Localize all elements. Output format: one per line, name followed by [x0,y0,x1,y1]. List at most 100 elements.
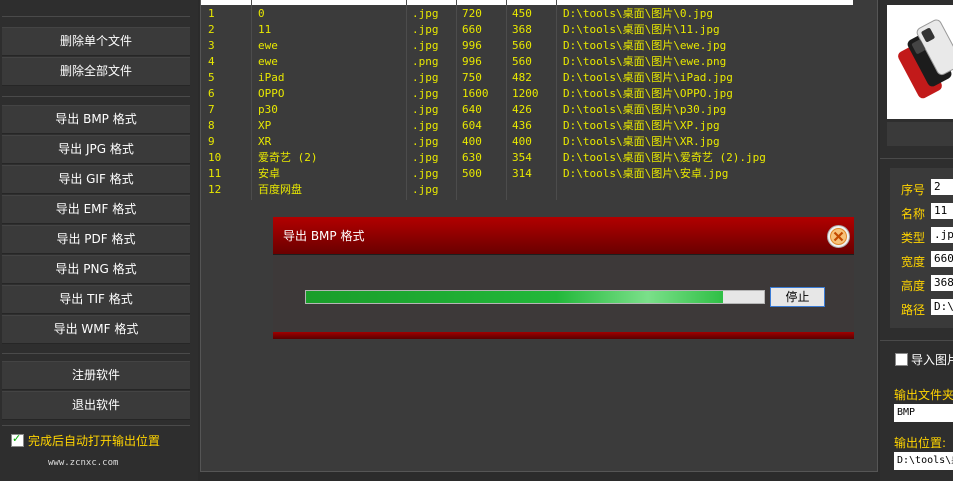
table-row[interactable]: 2 11 .jpg 660 368 D:\tools\桌面\图片\11.jpg [201,22,853,38]
table-cell-h: 560 [512,39,532,52]
output-location-label: 输出位置: [894,436,947,450]
table-row[interactable]: 10 爱奇艺 (2) .jpg 630 354 D:\tools\桌面\图片\爱奇艺 (2… [201,150,853,166]
table-cell-h: 436 [512,119,532,132]
field-name-input[interactable]: 11 [931,203,953,219]
table-cell-ext: .jpg [412,151,439,164]
table-cell-name: ewe [258,39,278,52]
field-type-input[interactable]: .jpg [931,227,953,243]
table-cell-w: 1600 [462,87,489,100]
export-progress-dialog: 导出 BMP 格式 停止 [273,217,854,339]
export-emf-button[interactable]: 导出 EMF 格式 [2,195,190,224]
table-cell-path: D:\tools\桌面\图片\安卓.jpg [563,167,729,180]
table-row[interactable]: 11 安卓 .jpg 500 314 D:\tools\桌面\图片\安卓.jpg [201,166,853,182]
table-cell-no: 5 [208,71,215,84]
table-cell-path: D:\tools\桌面\图片\ewe.png [563,55,727,68]
table-row[interactable]: 4 ewe .png 996 560 D:\tools\桌面\图片\ewe.png [201,54,853,70]
table-row[interactable]: 7 p30 .jpg 640 426 D:\tools\桌面\图片\p30.jpg [201,102,853,118]
table-cell-path: D:\tools\桌面\图片\iPad.jpg [563,71,733,84]
table-cell-ext: .jpg [412,23,439,36]
table-row[interactable]: 1 0 .jpg 720 450 D:\tools\桌面\图片\0.jpg [201,6,853,22]
website-link[interactable]: www.zcnxc.com [48,458,118,468]
field-width-input[interactable]: 660 [931,251,953,267]
field-index-input[interactable]: 2 [931,179,953,195]
delete-single-file-button[interactable]: 删除单个文件 [2,27,190,56]
export-png-button[interactable]: 导出 PNG 格式 [2,255,190,284]
table-cell-name: 安卓 [258,167,280,180]
import-image-checkbox[interactable] [895,353,908,366]
preview-toolbar [887,122,953,146]
auto-open-label: 完成后自动打开输出位置 [28,434,161,448]
table-cell-h: 450 [512,7,532,20]
table-row[interactable]: 3 ewe .jpg 996 560 D:\tools\桌面\图片\ewe.jpg [201,38,853,54]
output-folder-input[interactable]: BMP [894,404,953,422]
table-row[interactable]: 12 百度网盘 .jpg [201,182,853,198]
divider [2,96,190,97]
table-cell-h: 482 [512,71,532,84]
table-cell-path: D:\tools\桌面\图片\ewe.jpg [563,39,727,52]
output-location-input[interactable]: D:\tools\桌面 [894,452,953,470]
table-row[interactable]: 5 iPad .jpg 750 482 D:\tools\桌面\图片\iPad.jpg [201,70,853,86]
register-software-button[interactable]: 注册软件 [2,361,190,390]
table-cell-name: p30 [258,103,278,116]
export-tif-button[interactable]: 导出 TIF 格式 [2,285,190,314]
table-cell-path: D:\tools\桌面\图片\p30.jpg [563,103,727,116]
table-cell-w: 630 [462,151,482,164]
table-cell-name: iPad [258,71,285,84]
table-cell-ext: .jpg [412,87,439,100]
field-label-index: 序号 [901,183,926,197]
table-cell-ext: .jpg [412,39,439,52]
table-cell-ext: .jpg [412,135,439,148]
table-cell-no: 3 [208,39,215,52]
table-cell-path: D:\tools\桌面\图片\XR.jpg [563,135,720,148]
import-image-label: 导入图片 [911,353,953,367]
table-cell-name: 11 [258,23,272,36]
table-cell-path: D:\tools\桌面\图片\0.jpg [563,7,713,20]
table-cell-ext: .jpg [412,7,439,20]
table-cell-h: 400 [512,135,532,148]
field-label-path: 路径 [901,303,926,317]
table-cell-no: 4 [208,55,215,68]
table-cell-h: 1200 [512,87,539,100]
table-cell-no: 8 [208,119,215,132]
table-cell-name: 爱奇艺 (2) [258,151,318,164]
progress-bar [305,290,765,304]
table-row[interactable]: 9 XR .jpg 400 400 D:\tools\桌面\图片\XR.jpg [201,134,853,150]
table-cell-no: 10 [208,151,222,164]
table-cell-no: 1 [208,7,215,20]
table-cell-ext: .jpg [412,119,439,132]
close-icon-glyph [830,228,847,245]
table-cell-w: 640 [462,103,482,116]
progress-fill [306,291,723,303]
right-panel: 序号 2 名称 11 类型 .jpg 宽度 660 高度 368 路径 D:\t… [880,0,953,481]
table-cell-h: 560 [512,55,532,68]
table-row[interactable]: 8 XP .jpg 604 436 D:\tools\桌面\图片\XP.jpg [201,118,853,134]
table-cell-name: ewe [258,55,278,68]
table-cell-w: 996 [462,55,482,68]
table-cell-h: 368 [512,23,532,36]
delete-all-files-button[interactable]: 删除全部文件 [2,57,190,86]
table-cell-ext: .jpg [412,183,439,196]
dialog-title: 导出 BMP 格式 [283,229,365,243]
export-gif-button[interactable]: 导出 GIF 格式 [2,165,190,194]
export-bmp-button[interactable]: 导出 BMP 格式 [2,105,190,134]
auto-open-checkbox[interactable] [11,432,24,447]
field-path-input[interactable]: D:\tools\桌面\图片\11.jpg [931,299,953,315]
image-preview [887,5,953,119]
export-jpg-button[interactable]: 导出 JPG 格式 [2,135,190,164]
table-cell-name: XP [258,119,272,132]
divider [880,340,953,341]
exit-software-button[interactable]: 退出软件 [2,391,190,420]
table-cell-no: 12 [208,183,222,196]
table-row[interactable]: 6 OPPO .jpg 1600 1200 D:\tools\桌面\图片\OPPO.jpg [201,86,853,102]
dialog-bottom-bar [273,332,854,339]
field-height-input[interactable]: 368 [931,275,953,291]
dialog-title-bar[interactable]: 导出 BMP 格式 [273,217,854,254]
table-cell-h: 354 [512,151,532,164]
export-pdf-button[interactable]: 导出 PDF 格式 [2,225,190,254]
table-cell-name: 百度网盘 [258,183,302,196]
field-label-type: 类型 [901,231,926,245]
divider [2,353,190,354]
export-wmf-button[interactable]: 导出 WMF 格式 [2,315,190,344]
close-icon[interactable] [827,225,850,248]
stop-button[interactable]: 停止 [770,287,825,307]
